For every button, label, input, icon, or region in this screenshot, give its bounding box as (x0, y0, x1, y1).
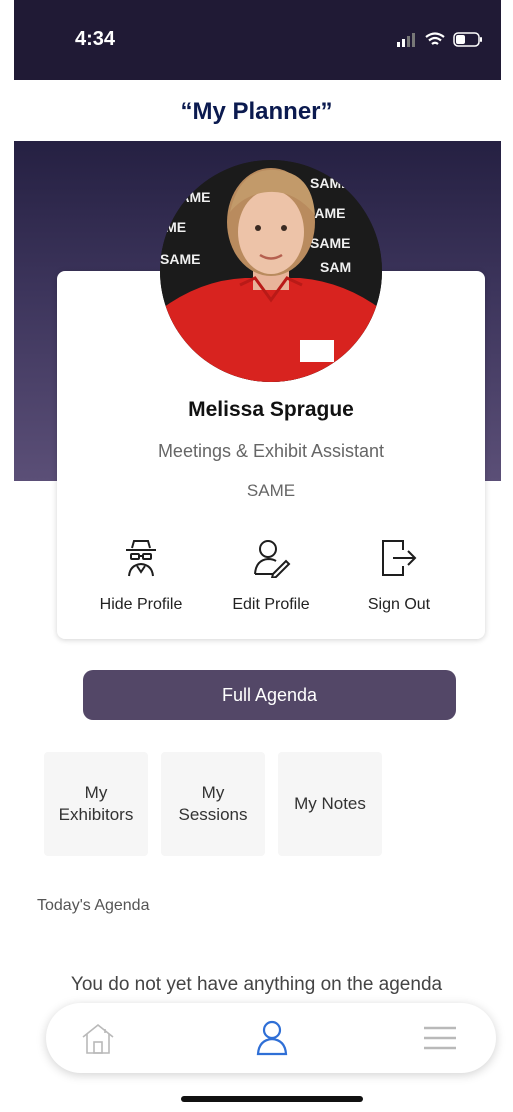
full-agenda-button[interactable]: Full Agenda (83, 670, 456, 720)
wifi-icon (425, 32, 445, 45)
sign-out-label: Sign Out (367, 596, 431, 613)
my-notes-label: My Notes (294, 793, 366, 813)
sign-out-icon (382, 540, 417, 576)
sign-out-button[interactable]: Sign Out (334, 538, 464, 614)
profile-name: Melissa Sprague (188, 398, 354, 421)
profile-icon (256, 1020, 288, 1056)
hide-profile-button[interactable]: Hide Profile (76, 538, 206, 614)
my-sessions-tile[interactable]: My Sessions (161, 752, 265, 856)
incognito-icon (126, 540, 156, 577)
menu-icon (424, 1026, 456, 1050)
my-notes-tile[interactable]: My Notes (278, 752, 382, 856)
page-caption: “My Planner” (180, 98, 333, 125)
profile-avatar[interactable]: SAMESAME AMESAME SAMESAME SAM (160, 160, 382, 382)
svg-text:SAM: SAM (320, 259, 351, 275)
my-exhibitors-label: My Exhibitors (58, 782, 134, 824)
edit-user-icon (254, 540, 291, 578)
bottom-tab-bar (46, 1003, 496, 1073)
profile-role: Meetings & Exhibit Assistant (157, 441, 385, 461)
svg-text:SAME: SAME (310, 235, 350, 251)
profile-organization: SAME (246, 481, 296, 500)
tab-profile[interactable] (254, 1019, 290, 1062)
home-icon (82, 1023, 114, 1054)
cellular-signal-icon (397, 32, 415, 47)
status-icons (397, 32, 483, 47)
my-sessions-label: My Sessions (178, 782, 248, 824)
agenda-empty-message: You do not yet have anything on the agen… (70, 974, 443, 995)
edit-profile-label: Edit Profile (232, 596, 310, 613)
tab-menu[interactable] (422, 1025, 458, 1056)
svg-text:SAME: SAME (160, 251, 200, 267)
status-bar: 4:34 (14, 0, 501, 80)
my-exhibitors-tile[interactable]: My Exhibitors (44, 752, 148, 856)
todays-agenda-title: Today's Agenda (37, 897, 150, 914)
battery-icon (453, 32, 482, 47)
hide-profile-label: Hide Profile (99, 596, 183, 613)
edit-profile-button[interactable]: Edit Profile (206, 538, 336, 614)
tab-home[interactable] (80, 1023, 116, 1060)
profile-photo: SAMESAME AMESAME SAMESAME SAM (160, 160, 382, 382)
status-time: 4:34 (75, 28, 116, 50)
home-indicator[interactable] (181, 1096, 363, 1102)
